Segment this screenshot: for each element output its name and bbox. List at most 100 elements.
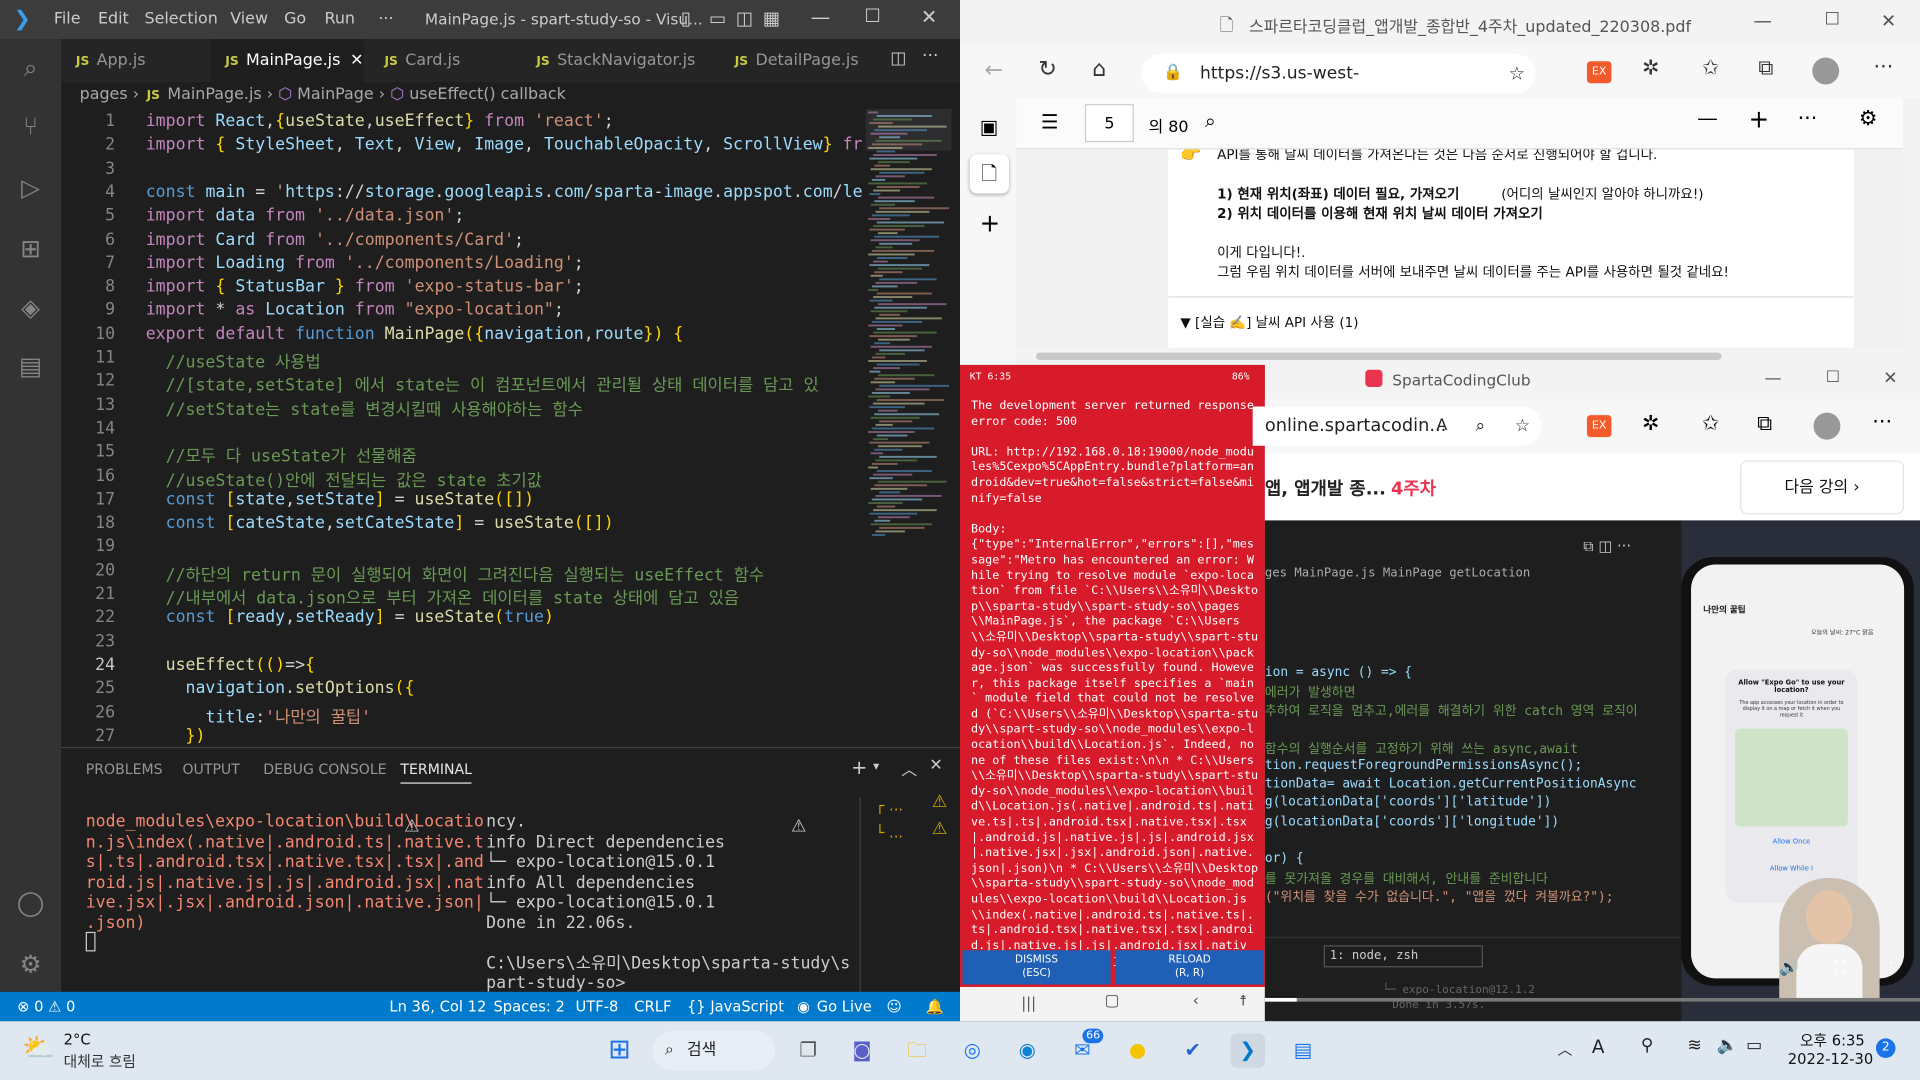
new-terminal-icon[interactable]: + bbox=[851, 756, 867, 779]
extensions-puzzle-icon[interactable]: ✲ bbox=[1642, 411, 1659, 435]
file-explorer-icon[interactable]: 🗀 bbox=[900, 1033, 934, 1067]
breadcrumb-symbol[interactable]: MainPage bbox=[297, 86, 374, 104]
start-windows-icon[interactable]: ⊞ bbox=[602, 1033, 636, 1067]
tab-actions-icon[interactable]: ▣ bbox=[980, 115, 999, 138]
vscode-taskbar-icon[interactable]: ❯ bbox=[1230, 1033, 1265, 1068]
pdf-settings-icon[interactable]: ⚙ bbox=[1859, 107, 1878, 131]
profile-avatar[interactable] bbox=[1813, 412, 1841, 440]
extension-ex-icon[interactable]: EX bbox=[1586, 61, 1612, 84]
tray-app-icon[interactable]: ⚲ bbox=[1641, 1036, 1654, 1056]
fullscreen-icon[interactable]: ⛶ bbox=[1834, 959, 1845, 977]
weather-temp[interactable]: 2°C bbox=[64, 1031, 91, 1048]
tray-overflow-icon[interactable]: ︿ bbox=[1558, 1038, 1573, 1059]
menu-more[interactable]: ··· bbox=[378, 10, 393, 28]
minimize-icon[interactable]: — bbox=[1753, 10, 1771, 32]
maximize-icon[interactable]: ☐ bbox=[864, 5, 880, 27]
zoom-in-icon[interactable]: + bbox=[1749, 104, 1770, 133]
lecture-video[interactable]: ⧉ ◫ ··· ges MainPage.js MainPage getLoca… bbox=[1264, 520, 1920, 1022]
source-control-icon[interactable]: ⑂ bbox=[15, 110, 47, 142]
task-view-icon[interactable]: ❐ bbox=[791, 1033, 825, 1067]
volume-icon[interactable]: 🔈 bbox=[1717, 1036, 1738, 1056]
more-menu-icon[interactable]: ··· bbox=[1873, 55, 1893, 79]
close-icon[interactable]: ✕ bbox=[921, 5, 937, 28]
maximize-panel-icon[interactable]: ︿ bbox=[901, 757, 917, 780]
notepad-icon[interactable]: ▤ bbox=[1286, 1033, 1320, 1067]
encoding-status[interactable]: UTF-8 bbox=[576, 992, 619, 1021]
code-editor[interactable]: 1 import React,{useState,useEffect} from … bbox=[61, 109, 863, 746]
layout-sidebar-icon[interactable]: ▯ bbox=[681, 7, 691, 29]
remote-explorer-icon[interactable]: ▤ bbox=[15, 350, 47, 382]
settings-gear-icon[interactable]: ⚙ bbox=[15, 948, 47, 980]
terminal-instance-2[interactable]: └ ... bbox=[876, 824, 904, 841]
lecture-address-bar[interactable]: online.spartacodin... A ⌕ ☆ bbox=[1252, 406, 1542, 446]
recents-icon[interactable]: ||| bbox=[1021, 994, 1036, 1011]
favorites-icon[interactable]: ✩ bbox=[1702, 411, 1719, 435]
profile-avatar[interactable] bbox=[1812, 57, 1840, 85]
panel-tab-problems[interactable]: PROBLEMS bbox=[86, 760, 163, 777]
accessibility-icon[interactable]: ☨ bbox=[1239, 992, 1247, 1009]
dismiss-button[interactable]: DISMISS (ESC) bbox=[962, 950, 1111, 985]
indent-status[interactable]: Spaces: 2 bbox=[493, 992, 564, 1021]
panel-tab-output[interactable]: OUTPUT bbox=[182, 760, 239, 777]
cursor-position[interactable]: Ln 36, Col 12 bbox=[389, 992, 486, 1021]
split-editor-icon[interactable]: ◫ bbox=[890, 49, 906, 69]
maximize-icon[interactable]: ☐ bbox=[1825, 10, 1840, 30]
teams-icon[interactable]: ◙ bbox=[845, 1033, 879, 1067]
minimize-icon[interactable]: — bbox=[811, 5, 831, 28]
home-button-icon[interactable]: ▢ bbox=[1104, 992, 1119, 1010]
close-icon[interactable]: ✕ bbox=[1881, 10, 1896, 32]
find-icon[interactable]: ⌕ bbox=[1205, 109, 1216, 133]
contents-icon[interactable]: ☰ bbox=[1041, 110, 1059, 133]
app-icon[interactable]: ◎ bbox=[955, 1033, 989, 1067]
menu-edit[interactable]: Edit bbox=[98, 10, 129, 28]
address-bar[interactable]: 🔒 https://s3.us-west-2.amazonaws.com/...… bbox=[1141, 53, 1536, 122]
video-progress-track[interactable] bbox=[1264, 997, 1920, 1002]
pdf-more-icon[interactable]: ··· bbox=[1798, 107, 1818, 131]
video-more-icon[interactable]: ⋮ bbox=[1883, 959, 1899, 977]
hscroll-thumb[interactable] bbox=[1035, 352, 1722, 361]
todo-icon[interactable]: ✔ bbox=[1176, 1033, 1210, 1067]
refresh-icon[interactable]: ↻ bbox=[1038, 56, 1056, 82]
menu-run[interactable]: Run bbox=[324, 10, 355, 28]
allow-while-button[interactable]: Allow While I bbox=[1725, 866, 1857, 873]
menu-selection[interactable]: Selection bbox=[144, 10, 217, 28]
language-status[interactable]: {} JavaScript bbox=[687, 992, 784, 1021]
tab-close-icon[interactable]: ✕ bbox=[350, 51, 363, 69]
tab-detailpage-js[interactable]: JS DetailPage.js bbox=[720, 39, 879, 82]
read-aloud-icon[interactable]: A bbox=[1436, 407, 1447, 446]
page-number-input[interactable]: 5 bbox=[1084, 104, 1134, 143]
minimize-icon[interactable]: — bbox=[1765, 369, 1782, 389]
notifications-bell-icon[interactable]: 🔔 bbox=[926, 992, 944, 1021]
maximize-icon[interactable]: ☐ bbox=[1826, 369, 1840, 387]
accounts-icon[interactable]: ◯ bbox=[15, 887, 47, 919]
feedback-icon[interactable]: ☺ bbox=[887, 992, 902, 1021]
back-icon[interactable]: ‹ bbox=[1193, 992, 1199, 1010]
close-panel-icon[interactable]: ✕ bbox=[929, 757, 942, 775]
tab-app-js[interactable]: JS App.js bbox=[61, 39, 208, 82]
run-debug-icon[interactable]: ▷ bbox=[15, 171, 47, 203]
more-actions-icon[interactable]: ··· bbox=[922, 47, 938, 67]
clock-time[interactable]: 오후 6:35 bbox=[1800, 1030, 1865, 1051]
menu-go[interactable]: Go bbox=[284, 10, 306, 28]
pdf-scrollbar[interactable] bbox=[1902, 97, 1920, 365]
pdf-viewport[interactable]: 👉 API를 통해 날씨 데이터를 가져온다는 것은 다음 순서로 진행되어야 … bbox=[1016, 149, 1903, 348]
terminal-instance-1[interactable]: ┌ ... bbox=[876, 797, 904, 814]
wifi-icon[interactable]: ≋ bbox=[1687, 1036, 1701, 1056]
terminal-dropdown-icon[interactable]: ▾ bbox=[873, 760, 879, 773]
explorer-search-icon[interactable]: ⌕ bbox=[15, 51, 47, 83]
layout-custom-icon[interactable]: ▦ bbox=[763, 7, 780, 29]
extensions-icon[interactable]: ⊞ bbox=[15, 233, 47, 265]
pdf-toggle-heading[interactable]: ▼ [실습 ✍️] 날씨 API 사용 (1) bbox=[1180, 312, 1358, 332]
notification-count[interactable]: 2 bbox=[1875, 1038, 1896, 1058]
breadcrumb-callback[interactable]: useEffect() callback bbox=[409, 86, 566, 104]
tab-stacknavigator-js[interactable]: JS StackNavigator.js bbox=[522, 39, 718, 82]
menu-view[interactable]: View bbox=[230, 10, 268, 28]
volume-icon[interactable]: 🔊 bbox=[1779, 959, 1799, 977]
clock-date[interactable]: 2022-12-30 bbox=[1788, 1051, 1873, 1068]
breadcrumb-folder[interactable]: pages bbox=[80, 86, 128, 104]
taskbar-search[interactable]: ⌕ 검색 bbox=[652, 1031, 776, 1071]
tab-mainpage-js[interactable]: JS MainPage.js ✕ bbox=[210, 39, 364, 83]
favorite-star-icon[interactable]: ☆ bbox=[1509, 54, 1525, 93]
python-icon[interactable]: ◈ bbox=[15, 291, 47, 323]
more-menu-icon[interactable]: ··· bbox=[1872, 410, 1892, 434]
